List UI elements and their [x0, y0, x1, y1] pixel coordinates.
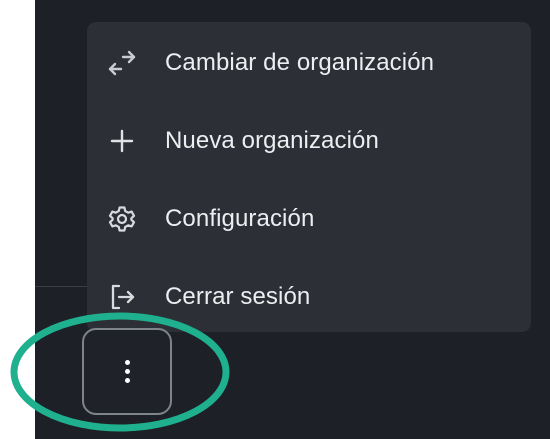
menu-item-switch-organization[interactable]: Cambiar de organización: [87, 24, 531, 102]
menu-item-settings[interactable]: Configuración: [87, 180, 531, 258]
menu-item-label: Configuración: [165, 205, 315, 232]
menu-item-label: Cerrar sesión: [165, 283, 311, 310]
menu-item-label: Nueva organización: [165, 127, 379, 154]
plus-icon: [107, 126, 137, 156]
logout-icon: [107, 282, 137, 312]
menu-item-label: Cambiar de organización: [165, 49, 435, 76]
menu-item-new-organization[interactable]: Nueva organización: [87, 102, 531, 180]
switch-arrows-icon: [107, 48, 137, 78]
vertical-ellipsis-icon: [124, 360, 130, 383]
more-options-button[interactable]: [82, 328, 172, 415]
gear-icon: [107, 204, 137, 234]
sidebar-divider: [35, 286, 95, 287]
menu-item-logout[interactable]: Cerrar sesión: [87, 258, 531, 336]
account-menu: Cambiar de organización Nueva organizaci…: [87, 22, 531, 332]
